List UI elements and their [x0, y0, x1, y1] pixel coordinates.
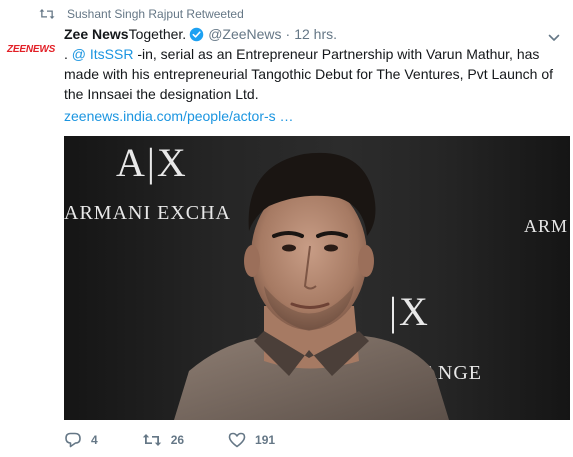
tweet-header: Zee News Together. @ZeeNews · 12 hrs.: [64, 24, 337, 44]
reply-count: 4: [91, 433, 98, 447]
tweet-media-image[interactable]: A|X ARMANI EXCHA ARM |X EXCHANGE: [64, 136, 570, 420]
author-handle[interactable]: @ZeeNews: [208, 26, 281, 42]
like-count: 191: [255, 433, 276, 447]
author-name-suffix: Together.: [128, 26, 187, 42]
verified-badge-icon: [189, 27, 204, 42]
reply-button[interactable]: 4: [64, 432, 98, 448]
retweet-label: Sushant Singh Rajput Retweeted: [67, 7, 244, 21]
retweet-action-icon: [142, 433, 162, 447]
tweet-timestamp[interactable]: 12 hrs.: [294, 26, 337, 42]
heart-icon: [228, 432, 246, 448]
article-link[interactable]: zeenews.india.com/people/actor-s …: [64, 106, 294, 126]
tweet-text-prefix: .: [64, 46, 72, 62]
retweet-count: 26: [170, 433, 185, 447]
chevron-down-icon[interactable]: [548, 30, 560, 41]
zeenews-logo: ZEENEWS: [7, 43, 56, 55]
person-photo: [174, 152, 449, 420]
tweet-actions: 4 26 191: [64, 430, 319, 450]
like-button[interactable]: 191: [228, 432, 275, 448]
tweet-text-body: -in, serial as an Entrepreneur Partnersh…: [64, 46, 554, 102]
separator-dot: ·: [285, 26, 291, 42]
mention-link[interactable]: @ ItsSSR: [72, 46, 134, 62]
author-name[interactable]: Zee News: [64, 26, 129, 42]
retweet-button[interactable]: 26: [142, 433, 184, 447]
reply-icon: [64, 432, 82, 448]
retweet-icon: [39, 8, 55, 20]
avatar[interactable]: ZEENEWS: [7, 36, 55, 62]
retweet-indicator: Sushant Singh Rajput Retweeted: [39, 6, 244, 22]
tweet-text: . @ ItsSSR -in, serial as an Entrepreneu…: [64, 44, 564, 104]
